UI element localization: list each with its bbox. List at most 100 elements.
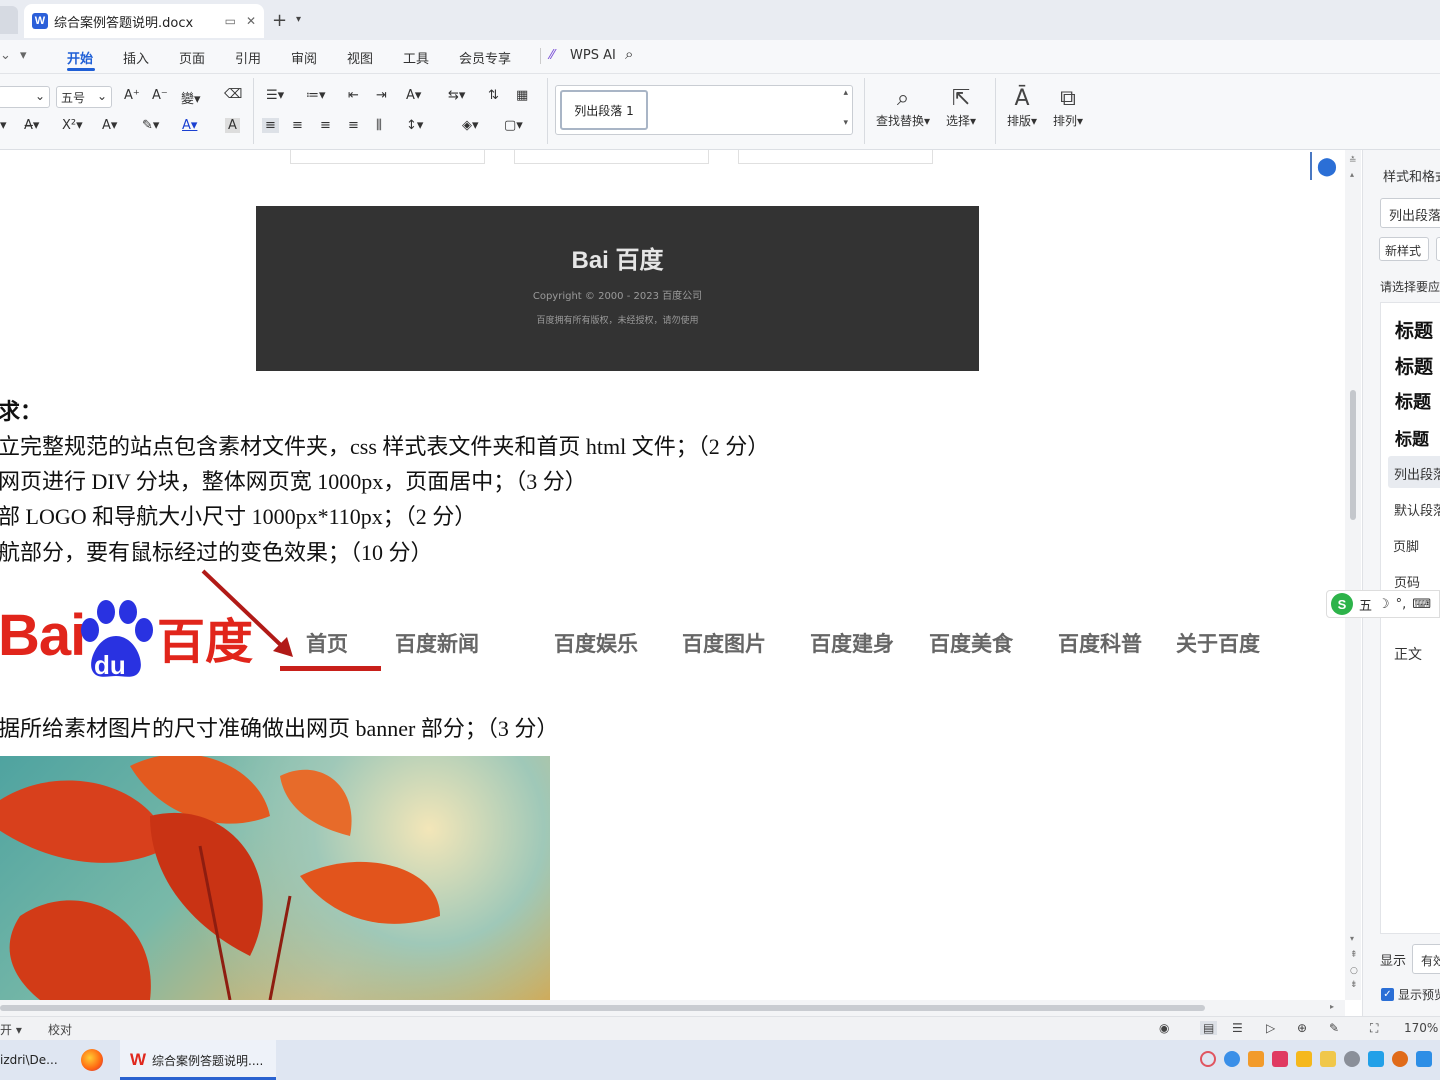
- chevron-down-icon[interactable]: ▾: [296, 14, 301, 25]
- gallery-up-icon[interactable]: ▴: [843, 88, 848, 98]
- font-name-select[interactable]: ⌄: [0, 86, 50, 108]
- shrink-font-icon[interactable]: A⁻: [152, 88, 168, 103]
- tray-app-icon[interactable]: [1368, 1051, 1384, 1067]
- numbered-list-icon[interactable]: ≔▾: [306, 88, 326, 103]
- align-left-icon[interactable]: ≡: [262, 118, 279, 133]
- style-heading-1[interactable]: 标题: [1395, 316, 1433, 343]
- tray-app-icon[interactable]: [1272, 1051, 1288, 1067]
- scroll-down-icon[interactable]: ▾: [1350, 934, 1354, 943]
- document-tab[interactable]: W 综合案例答题说明.docx ▭ ✕: [24, 4, 264, 38]
- page-view-icon[interactable]: ▤: [1200, 1021, 1218, 1035]
- phonetic-guide-icon[interactable]: 變▾: [181, 88, 201, 107]
- style-item-default-paragraph[interactable]: 默认段落: [1394, 500, 1440, 519]
- scroll-split-icon[interactable]: ≛: [1349, 156, 1357, 166]
- tab-tools[interactable]: 工具: [403, 48, 429, 67]
- style-item-selected[interactable]: 列出段落: [1388, 456, 1440, 488]
- new-style-button[interactable]: 新样式: [1379, 237, 1429, 261]
- chevron-down-icon[interactable]: ▾: [20, 48, 27, 63]
- style-heading-3[interactable]: 标题: [1395, 388, 1431, 414]
- search-icon[interactable]: [1392, 1051, 1408, 1067]
- tab-insert[interactable]: 插入: [123, 48, 149, 67]
- tab-reference[interactable]: 引用: [235, 48, 261, 67]
- preview-checkbox[interactable]: ✓: [1381, 988, 1394, 1001]
- char-shading-icon[interactable]: A: [225, 118, 240, 133]
- clear-format-button[interactable]: [1436, 237, 1440, 261]
- taskbar-wps-item[interactable]: W 综合案例答题说明....: [130, 1040, 263, 1080]
- previous-tab[interactable]: [0, 6, 18, 34]
- display-select[interactable]: 有效: [1412, 944, 1440, 974]
- border-icon[interactable]: ▢▾: [504, 118, 523, 133]
- justify-icon[interactable]: ≡: [348, 118, 359, 133]
- increase-indent-icon[interactable]: ⇥: [376, 88, 387, 103]
- cloud-icon[interactable]: [1224, 1051, 1240, 1067]
- chinese-layout-icon[interactable]: ⇆▾: [448, 88, 465, 103]
- tray-app-icon[interactable]: [1248, 1051, 1264, 1067]
- style-item-footer[interactable]: 页脚: [1393, 536, 1419, 555]
- sort-icon[interactable]: ⇅: [488, 88, 499, 103]
- paragraph-shading-icon[interactable]: ◈▾: [462, 118, 479, 133]
- style-current-chip[interactable]: 列出段落 1: [560, 90, 648, 130]
- decrease-indent-icon[interactable]: ⇤: [348, 88, 359, 103]
- font-size-select[interactable]: 五号 ⌄: [56, 86, 112, 108]
- prev-page-icon[interactable]: ⇞: [1350, 950, 1358, 960]
- eye-protection-icon[interactable]: ◉: [1159, 1021, 1169, 1035]
- clear-format-icon[interactable]: ⌫: [224, 87, 242, 102]
- tray-app-icon[interactable]: [1416, 1051, 1432, 1067]
- align-center-icon[interactable]: ≡: [292, 118, 303, 133]
- ime-toolbar[interactable]: S 五 ☽ °, ⌨: [1326, 590, 1440, 618]
- bullet-list-icon[interactable]: ☰▾: [266, 88, 284, 103]
- location-pin-icon[interactable]: ⬤: [1310, 152, 1342, 180]
- tray-cloud-icon[interactable]: [1344, 1051, 1360, 1067]
- layout-button[interactable]: Ā 排版▾: [1007, 86, 1037, 129]
- superscript-icon[interactable]: X²▾: [62, 118, 83, 133]
- text-direction-icon[interactable]: A▾: [406, 88, 421, 103]
- proofread-button[interactable]: 校对: [48, 1021, 72, 1038]
- tab-home[interactable]: 开始: [67, 48, 93, 67]
- wps-ai-button[interactable]: WPS AI: [570, 48, 616, 63]
- horizontal-scroll-thumb[interactable]: [0, 1005, 1205, 1011]
- fit-page-icon[interactable]: ⛶: [1370, 1021, 1378, 1036]
- web-view-icon[interactable]: ⊕: [1297, 1021, 1307, 1035]
- moon-icon[interactable]: ☽: [1378, 597, 1390, 612]
- close-tab-icon[interactable]: ✕: [246, 14, 256, 28]
- current-style-box[interactable]: 列出段落: [1380, 198, 1440, 228]
- browse-object-icon[interactable]: ○: [1350, 966, 1358, 976]
- next-page-icon[interactable]: ⇟: [1350, 980, 1358, 990]
- style-item-page-number[interactable]: 页码: [1394, 572, 1420, 591]
- arrange-button[interactable]: ⧉ 排列▾: [1053, 86, 1083, 129]
- tab-member[interactable]: 会员专享: [459, 48, 511, 67]
- tray-app-icon[interactable]: [1296, 1051, 1312, 1067]
- line-spacing-icon[interactable]: ↕▾: [406, 118, 423, 133]
- play-icon[interactable]: ▷: [1266, 1021, 1275, 1035]
- new-tab-icon[interactable]: +: [272, 10, 287, 31]
- search-icon[interactable]: ⌕: [625, 45, 633, 63]
- show-marks-icon[interactable]: ▦: [516, 88, 528, 103]
- taskbar-explorer-item[interactable]: izdri\De...: [0, 1040, 58, 1080]
- style-item-body[interactable]: 正文: [1394, 644, 1422, 664]
- align-right-icon[interactable]: ≡: [320, 118, 331, 133]
- zoom-level[interactable]: 170%: [1404, 1021, 1438, 1035]
- restore-window-icon[interactable]: ▭: [225, 14, 236, 28]
- style-gallery[interactable]: 列出段落 1 ▴ ▾: [555, 85, 853, 135]
- font-color-icon[interactable]: A▾: [182, 118, 197, 133]
- tray-app-icon[interactable]: [1200, 1051, 1216, 1067]
- distributed-icon[interactable]: ⫼: [376, 118, 382, 133]
- menu-collapse-icon[interactable]: ⌄: [0, 48, 11, 63]
- style-heading-2[interactable]: 标题: [1395, 352, 1433, 379]
- folder-icon[interactable]: [1320, 1051, 1336, 1067]
- select-button[interactable]: ⇱ 选择▾: [946, 86, 976, 129]
- vertical-scroll-thumb[interactable]: [1350, 390, 1356, 520]
- write-mode-icon[interactable]: ✎: [1329, 1021, 1339, 1035]
- document-page[interactable]: Bai 百度 Copyright © 2000 - 2023 百度公司 百度拥有…: [0, 150, 1345, 1000]
- text-effect-icon[interactable]: A▾: [102, 118, 117, 133]
- scroll-right-icon[interactable]: ▸: [1330, 1002, 1334, 1011]
- strikethrough-icon[interactable]: A̶▾: [24, 118, 39, 133]
- bold-more-icon[interactable]: ▾: [0, 118, 7, 133]
- gallery-more-icon[interactable]: ▾: [843, 118, 848, 128]
- keyboard-icon[interactable]: ⌨: [1412, 597, 1431, 612]
- outline-view-icon[interactable]: ☰: [1232, 1021, 1243, 1035]
- tab-review[interactable]: 审阅: [291, 48, 317, 67]
- punctuation-icon[interactable]: °,: [1396, 597, 1407, 612]
- scroll-up-icon[interactable]: ▴: [1350, 170, 1354, 179]
- highlight-icon[interactable]: ✎▾: [142, 118, 159, 133]
